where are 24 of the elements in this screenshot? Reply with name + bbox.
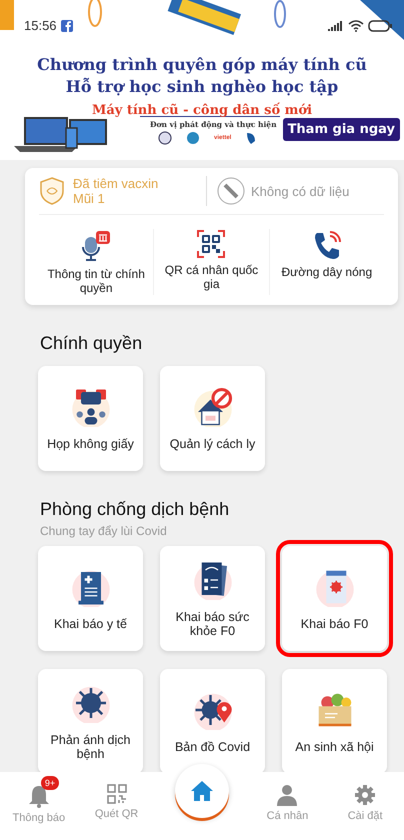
service-tile[interactable]: An sinh xã hội [282,669,387,774]
banner-title: Hỗ trợ học sinh nghèo học tập [66,76,338,98]
banner-title: Chương trình quyên góp máy tính cũ [37,54,367,76]
section-title: Phòng chống dịch bệnh [40,499,230,520]
nav-item[interactable]: Thông báo 9+ [0,772,78,825]
service-tile[interactable]: Họp không giấy [38,366,143,471]
status-time: 15:56 [24,18,57,33]
section-subtitle: Chung tay đẩy lùi Covid [40,524,168,538]
service-tile[interactable]: Phản ánh dịch bệnh [38,669,143,774]
section-title: Chính quyền [40,333,144,354]
test-result: Không có dữ liệu [251,184,350,198]
quick-action[interactable]: QR cá nhân quốc gia [153,229,269,295]
quick-action[interactable]: Đường dây nóng [268,229,384,295]
service-tile[interactable]: Bản đồ Covid [160,669,265,774]
vaccine-dose: Mũi 1 [73,191,106,206]
service-tile[interactable]: Khai báo y tế [38,546,143,651]
service-tile[interactable]: Khai báo sức khỏe F0 [160,546,265,651]
count-badge: 9+ [40,776,60,790]
vaccine-status: Đã tiêm vacxin [73,176,158,191]
service-tile[interactable]: Khai báo F0 [282,546,387,651]
quick-action[interactable]: Thông tin từ chính quyền [39,229,154,295]
join-button[interactable]: Tham gia ngay [282,118,400,141]
service-tile[interactable]: Quản lý cách ly [160,366,265,471]
banner-slogan: Máy tính cũ - công dân số mới [92,102,312,120]
